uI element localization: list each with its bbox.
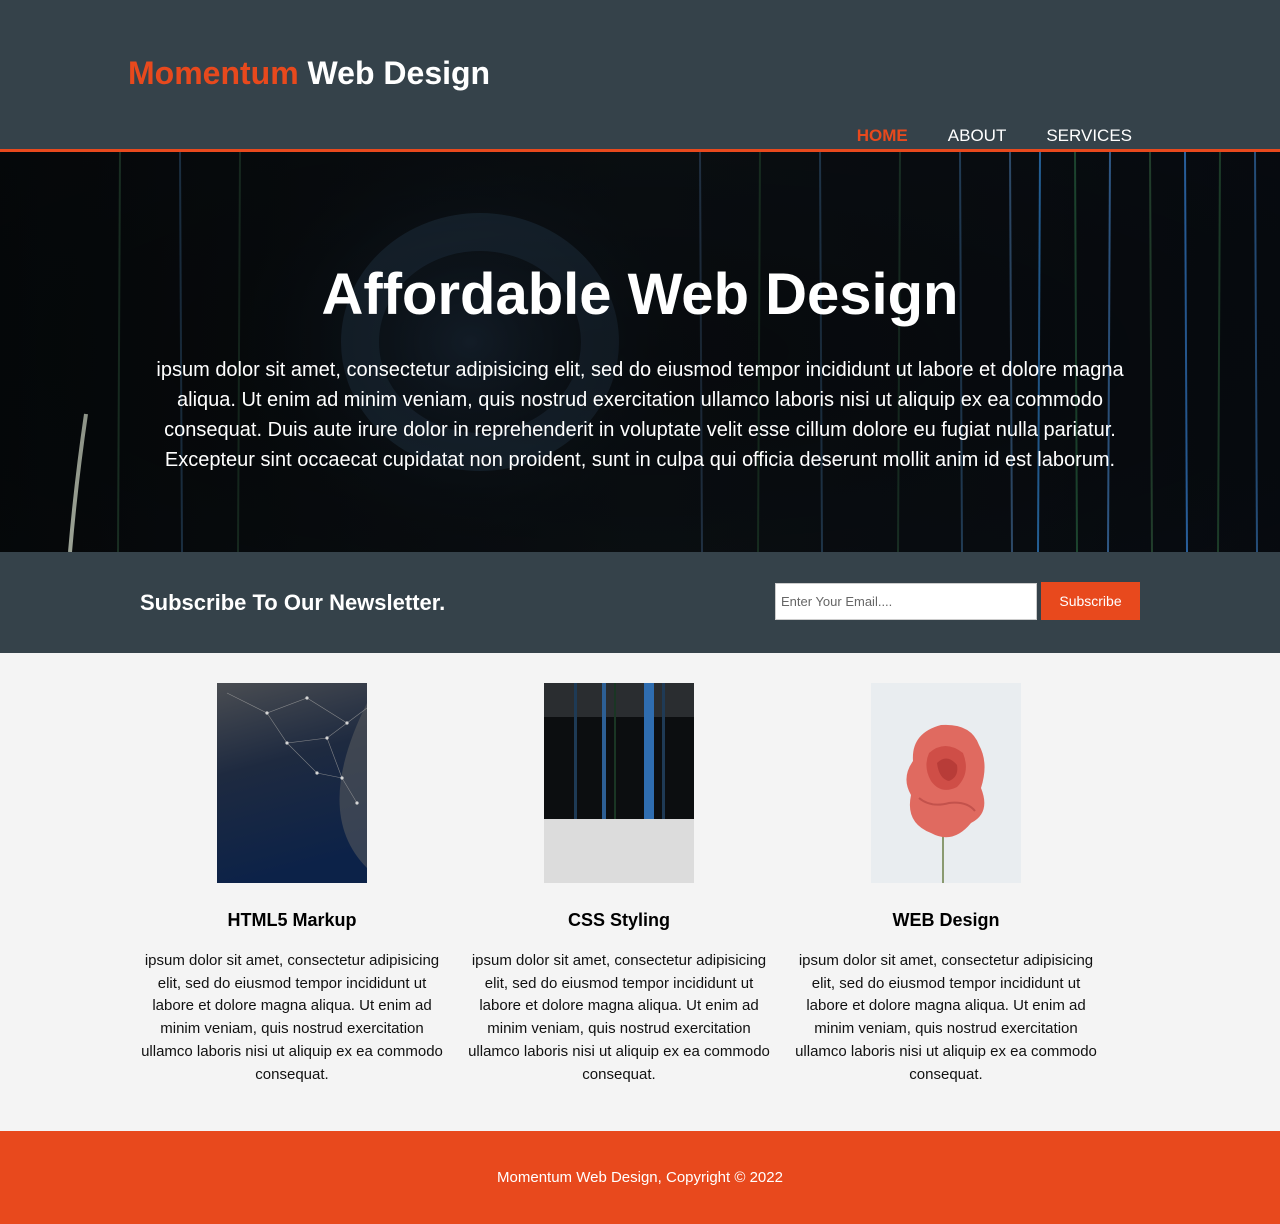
site-logo[interactable]: Momentum Web Design	[128, 53, 490, 93]
site-footer: Momentum Web Design, Copyright © 2022	[0, 1131, 1280, 1224]
site-header: Momentum Web Design HOME ABOUT SERVICES	[0, 0, 1280, 152]
html5-feature-image	[217, 683, 367, 883]
feature-title-html5: HTML5 Markup	[227, 910, 357, 930]
email-input[interactable]	[775, 583, 1037, 620]
subscribe-button[interactable]: Subscribe	[1041, 582, 1140, 620]
features-section: HTML5 Markup ipsum dolor sit amet, conse…	[0, 653, 1280, 1131]
feature-text-web: ipsum dolor sit amet, consectetur adipis…	[795, 952, 1097, 1083]
feature-title-css: CSS Styling	[567, 910, 670, 930]
main-nav: HOME ABOUT SERVICES	[857, 124, 1132, 148]
nav-link-about[interactable]: ABOUT	[948, 124, 1007, 148]
hero-description: ipsum dolor sit amet, consectetur adipis…	[156, 359, 1124, 471]
feature-title-web: WEB Design	[892, 910, 1000, 930]
feature-box-web: WEB Design ipsum dolor sit amet, consect…	[791, 683, 1101, 1086]
brand-highlight: Momentum	[128, 55, 299, 91]
feature-box-html5: HTML5 Markup ipsum dolor sit amet, conse…	[137, 683, 447, 1086]
newsletter-section: Subscribe To Our Newsletter. Subscribe	[0, 552, 1280, 653]
feature-text-html5: ipsum dolor sit amet, consectetur adipis…	[141, 952, 443, 1083]
hero-showcase: Affordable Web Design ipsum dolor sit am…	[0, 152, 1280, 552]
feature-box-css: CSS Styling ipsum dolor sit amet, consec…	[464, 683, 774, 1086]
nav-link-home[interactable]: HOME	[857, 124, 908, 148]
nav-link-services[interactable]: SERVICES	[1046, 124, 1132, 148]
rose-feature-image	[871, 683, 1021, 883]
brand-text: Web Design	[307, 55, 491, 91]
newsletter-heading: Subscribe To Our Newsletter.	[140, 590, 446, 615]
hero-title: Affordable Web Design	[321, 262, 959, 327]
feature-text-css: ipsum dolor sit amet, consectetur adipis…	[468, 952, 770, 1083]
css-feature-image	[544, 683, 694, 883]
footer-copyright: Momentum Web Design, Copyright © 2022	[497, 1169, 783, 1186]
hero-overlay	[0, 152, 1280, 552]
